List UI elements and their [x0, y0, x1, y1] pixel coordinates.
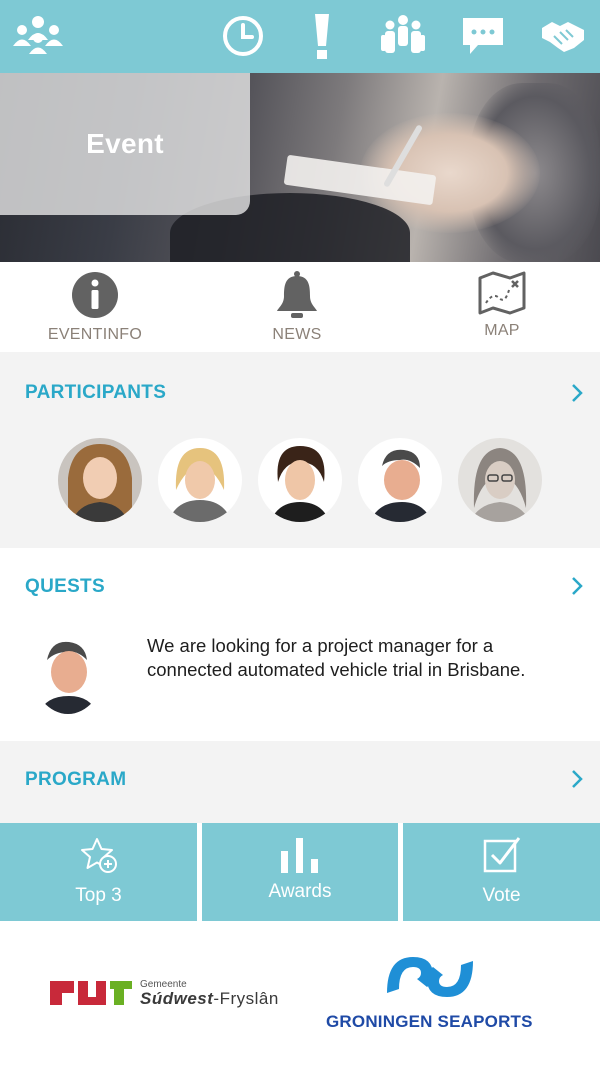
top3-label: Top 3 [75, 885, 122, 906]
news-label: NEWS [272, 326, 322, 343]
eventinfo-button[interactable]: EVENTINFO [20, 270, 170, 350]
community-icon[interactable] [8, 10, 68, 62]
handshake-icon[interactable] [538, 10, 588, 62]
event-title-overlay: Event [0, 73, 250, 215]
participant-avatar[interactable] [358, 438, 442, 522]
quests-heading: QUESTS [25, 576, 105, 597]
groningen-seaports-name: GRONINGEN SEAPORTS [326, 1012, 533, 1031]
participants-heading: PARTICIPANTS [25, 382, 167, 403]
event-hero-image: Event [0, 73, 600, 262]
event-title: Event [86, 128, 164, 159]
participant-avatar[interactable] [158, 438, 242, 522]
quest-author-avatar[interactable] [33, 630, 103, 714]
clock-icon[interactable] [218, 10, 268, 62]
chevron-right-icon[interactable] [570, 769, 584, 789]
exclamation-icon[interactable] [300, 10, 344, 62]
event-quick-links: EVENTINFO NEWS MAP [0, 262, 600, 352]
sudwest-fryslan-logo[interactable] [48, 973, 134, 1009]
news-button[interactable]: NEWS [222, 270, 372, 350]
bell-icon [277, 271, 317, 318]
awards-label: Awards [268, 881, 332, 902]
groningen-seaports-logo[interactable] [383, 949, 477, 1005]
sudwest-name: Súdwest-Fryslân [140, 989, 279, 1008]
top-navigation-bar [0, 0, 600, 73]
participant-avatar[interactable] [258, 438, 342, 522]
eventinfo-label: EVENTINFO [47, 326, 143, 343]
map-label: MAP [484, 322, 520, 339]
map-button[interactable]: MAP [427, 270, 577, 350]
group-icon[interactable] [378, 10, 428, 62]
participants-section: PARTICIPANTS [0, 352, 600, 548]
program-section[interactable]: PROGRAM [0, 741, 600, 823]
info-icon [72, 272, 118, 318]
chat-icon[interactable] [458, 10, 508, 62]
map-icon [478, 271, 526, 315]
participant-avatar[interactable] [458, 438, 542, 522]
vote-label: Vote [482, 885, 521, 906]
awards-button[interactable]: Awards [202, 823, 398, 921]
bar-chart-icon [281, 838, 318, 873]
chevron-right-icon[interactable] [570, 576, 584, 596]
chevron-right-icon[interactable] [570, 383, 584, 403]
quests-section: QUESTS We are looking for a project mana… [0, 548, 600, 741]
sponsors-area: Gemeente Súdwest-Fryslân GRONINGEN SEAPO… [0, 921, 600, 1067]
action-tiles: Top 3 Awards Vote [0, 823, 600, 921]
checkbox-icon [483, 837, 520, 873]
vote-button[interactable]: Vote [403, 823, 600, 921]
star-plus-icon [80, 838, 117, 873]
program-heading: PROGRAM [25, 769, 127, 790]
quest-text: We are looking for a project manager for… [147, 635, 526, 680]
top3-button[interactable]: Top 3 [0, 823, 197, 921]
participant-avatar[interactable] [58, 438, 142, 522]
